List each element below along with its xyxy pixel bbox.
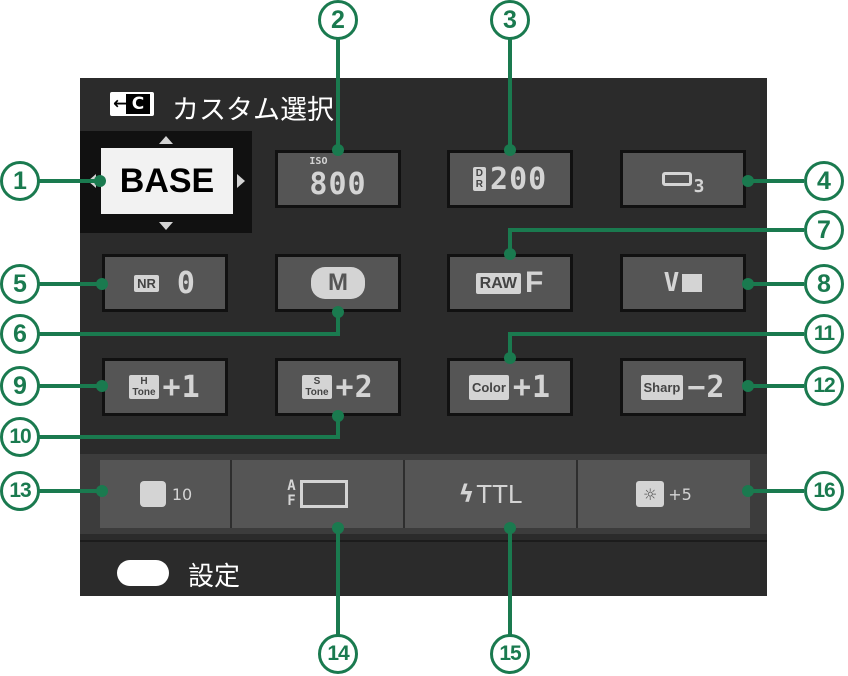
callout-10: 10 — [0, 417, 40, 457]
callout-13: 13 — [0, 471, 40, 511]
callout-8: 8 — [804, 264, 844, 304]
callout-1: 1 — [0, 161, 40, 201]
callout-7: 7 — [804, 210, 844, 250]
callout-12: 12 — [804, 366, 844, 406]
callout-3: 3 — [490, 0, 530, 40]
callout-15: 15 — [490, 634, 530, 674]
callout-5: 5 — [0, 264, 40, 304]
callout-2: 2 — [318, 0, 358, 40]
callout-9: 9 — [0, 366, 40, 406]
callout-6: 6 — [0, 314, 40, 354]
callout-16: 16 — [804, 471, 844, 511]
callout-14: 14 — [318, 634, 358, 674]
callout-leaders — [36, 38, 804, 636]
callout-4: 4 — [804, 161, 844, 201]
callout-11: 11 — [804, 314, 844, 354]
